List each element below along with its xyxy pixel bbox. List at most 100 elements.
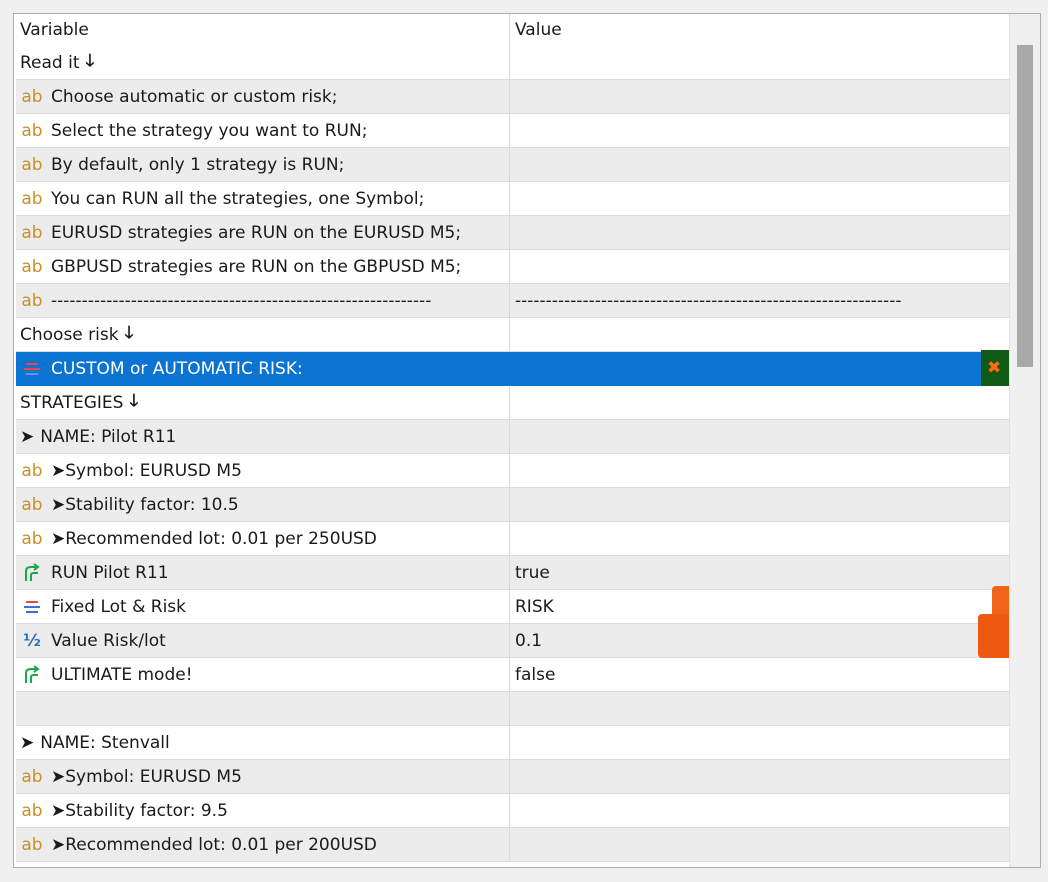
- row-value[interactable]: true: [510, 556, 1010, 589]
- row-label: NAME: Stenvall: [40, 732, 170, 753]
- table-row[interactable]: ab ➤Symbol: EURUSD M5: [16, 454, 1010, 488]
- row-value[interactable]: [510, 828, 1010, 861]
- row-label: By default, only 1 strategy is RUN;: [51, 154, 345, 175]
- table-row[interactable]: ab GBPUSD strategies are RUN on the GBPU…: [16, 250, 1010, 284]
- row-value[interactable]: [510, 760, 1010, 793]
- row-label: ➤Recommended lot: 0.01 per 200USD: [51, 834, 377, 855]
- string-type-icon: ab: [21, 188, 43, 209]
- row-label: GBPUSD strategies are RUN on the GBPUSD …: [51, 256, 462, 277]
- row-value[interactable]: [510, 726, 1010, 759]
- vertical-scrollbar[interactable]: [1009, 14, 1040, 867]
- row-value[interactable]: [510, 250, 1010, 283]
- string-type-icon: ab: [21, 494, 43, 515]
- string-type-icon: ab: [21, 528, 43, 549]
- row-value[interactable]: [510, 46, 1010, 79]
- row-value[interactable]: [510, 420, 1010, 453]
- row-value[interactable]: false: [510, 658, 1010, 691]
- row-label: Value Risk/lot: [51, 630, 166, 651]
- row-value[interactable]: [510, 216, 1010, 249]
- row-value[interactable]: 0.1: [515, 631, 542, 651]
- grid-header: Variable Value: [16, 14, 1010, 46]
- string-type-icon: ab: [21, 154, 43, 175]
- table-row[interactable]: ➤ NAME: Stenvall: [16, 726, 1010, 760]
- row-label: You can RUN all the strategies, one Symb…: [51, 188, 425, 209]
- table-row[interactable]: ½ Value Risk/lot 0.1: [16, 614, 1040, 658]
- row-value[interactable]: [510, 182, 1010, 215]
- row-label: RUN Pilot R11: [51, 562, 169, 583]
- table-row[interactable]: ab ➤Recommended lot: 0.01 per 200USD: [16, 828, 1010, 862]
- table-row[interactable]: Fixed Lot & Risk RISK: [16, 586, 1040, 626]
- bullet-arrow-icon: ➤: [20, 732, 35, 753]
- row-value[interactable]: [510, 114, 1010, 147]
- table-row[interactable]: ab Select the strategy you want to RUN;: [16, 114, 1010, 148]
- table-row[interactable]: ab ➤Stability factor: 10.5: [16, 488, 1010, 522]
- parameters-grid: Variable Value Read it 🡓 ab Choose autom…: [16, 14, 1040, 862]
- table-row[interactable]: ab Choose automatic or custom risk;: [16, 80, 1010, 114]
- scrollbar-thumb[interactable]: [1017, 45, 1033, 367]
- row-label: ➤Symbol: EURUSD M5: [51, 766, 242, 787]
- table-row[interactable]: Read it 🡓: [16, 46, 1010, 80]
- row-value[interactable]: [510, 386, 1010, 419]
- inputs-panel: Variable Value Read it 🡓 ab Choose autom…: [13, 13, 1041, 868]
- row-label: Select the strategy you want to RUN;: [51, 120, 368, 141]
- table-row-selected[interactable]: CUSTOM or AUTOMATIC RISK: ✖ CUSTOM: [16, 350, 1040, 388]
- row-label: Choose risk: [20, 324, 119, 345]
- table-row[interactable]: ab By default, only 1 strategy is RUN;: [16, 148, 1010, 182]
- string-type-icon: ab: [21, 222, 43, 243]
- column-header-variable[interactable]: Variable: [16, 14, 510, 46]
- string-type-icon: ab: [21, 766, 43, 787]
- table-row[interactable]: ab EURUSD strategies are RUN on the EURU…: [16, 216, 1010, 250]
- row-value[interactable]: [510, 80, 1010, 113]
- row-value[interactable]: [510, 522, 1010, 555]
- table-row[interactable]: ab You can RUN all the strategies, one S…: [16, 182, 1010, 216]
- row-label: ➤Stability factor: 10.5: [51, 494, 239, 515]
- bool-type-icon: [20, 664, 44, 685]
- row-label: ➤Recommended lot: 0.01 per 250USD: [51, 528, 377, 549]
- row-value[interactable]: [510, 488, 1010, 521]
- row-label: ----------------------------------------…: [51, 290, 432, 311]
- string-type-icon: ab: [21, 256, 43, 277]
- row-label: Fixed Lot & Risk: [51, 596, 186, 617]
- row-label: EURUSD strategies are RUN on the EURUSD …: [51, 222, 462, 243]
- string-type-icon: ab: [21, 120, 43, 141]
- enum-type-icon: [20, 598, 44, 616]
- table-row[interactable]: ULTIMATE mode! false: [16, 658, 1010, 692]
- string-type-icon: ab: [21, 460, 43, 481]
- row-value[interactable]: ----------------------------------------…: [510, 284, 1010, 317]
- row-value[interactable]: [510, 148, 1010, 181]
- row-label: Read it: [20, 52, 80, 73]
- table-row[interactable]: ab ➤Symbol: EURUSD M5: [16, 760, 1010, 794]
- string-type-icon: ab: [21, 290, 43, 311]
- row-label: STRATEGIES: [20, 392, 124, 413]
- enum-type-icon: [20, 360, 44, 378]
- row-label: ➤Stability factor: 9.5: [51, 800, 228, 821]
- table-row[interactable]: ➤ NAME: Pilot R11: [16, 420, 1010, 454]
- row-value[interactable]: [510, 692, 1010, 725]
- table-row[interactable]: ab ➤Recommended lot: 0.01 per 250USD: [16, 522, 1010, 556]
- arrow-down-icon: 🡓: [124, 323, 134, 343]
- table-row[interactable]: STRATEGIES 🡓: [16, 386, 1010, 420]
- row-value[interactable]: RISK: [515, 597, 554, 617]
- table-row[interactable]: Choose risk 🡓: [16, 318, 1010, 352]
- string-type-icon: ab: [21, 800, 43, 821]
- table-row[interactable]: [16, 692, 1010, 726]
- bool-type-icon: [20, 562, 44, 583]
- row-value[interactable]: [510, 794, 1010, 827]
- arrow-down-icon: 🡓: [85, 51, 95, 71]
- tools-icon: ✖: [987, 358, 1002, 378]
- row-label: NAME: Pilot R11: [40, 426, 177, 447]
- bullet-arrow-icon: ➤: [20, 426, 35, 447]
- row-label: ➤Symbol: EURUSD M5: [51, 460, 242, 481]
- column-header-value[interactable]: Value: [510, 14, 1010, 46]
- row-label: Choose automatic or custom risk;: [51, 86, 338, 107]
- string-type-icon: ab: [21, 834, 43, 855]
- row-label: ULTIMATE mode!: [51, 664, 193, 685]
- table-row[interactable]: RUN Pilot R11 true: [16, 556, 1010, 590]
- table-row[interactable]: ab -------------------------------------…: [16, 284, 1010, 318]
- double-type-icon: ½: [23, 630, 41, 651]
- row-value[interactable]: [510, 454, 1010, 487]
- arrow-down-icon: 🡓: [129, 391, 139, 411]
- table-row[interactable]: ab ➤Stability factor: 9.5: [16, 794, 1010, 828]
- row-value[interactable]: [510, 318, 1010, 351]
- row-label: CUSTOM or AUTOMATIC RISK:: [51, 358, 303, 379]
